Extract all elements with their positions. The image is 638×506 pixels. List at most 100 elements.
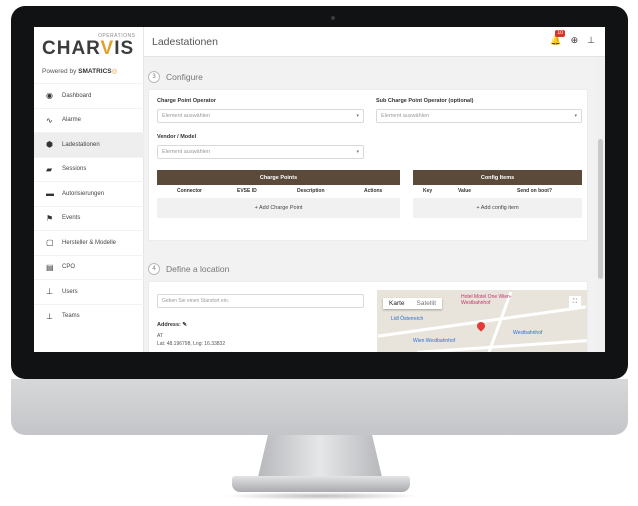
location-card: Geben Sie einen Standort ein. Address: ✎… — [148, 281, 588, 352]
powered-brand: SMATRICS — [78, 68, 112, 75]
sidebar-item-ladestationen[interactable]: ⬢ Ladestationen — [34, 132, 144, 157]
cpo-placeholder: Element auswählen — [162, 113, 211, 119]
satellite-button[interactable]: Satellit — [411, 298, 443, 309]
content: 3 Configure Charge Point Operator Elemen… — [144, 57, 594, 352]
sub-cpo-select[interactable]: Element auswählen ▾ — [376, 109, 582, 123]
sidebar-item-hersteller[interactable]: ▢ Hersteller & Modelle — [34, 230, 144, 255]
map-label: Hotel Motel One Wien-Westbahnhof — [461, 294, 512, 306]
sidebar-item-teams[interactable]: ⊥ Teams — [34, 303, 144, 329]
monitor-stand — [258, 435, 382, 477]
map-label: Wien Westbahnhof — [413, 338, 456, 344]
brand-dot-icon: ◎ — [111, 68, 118, 75]
card-icon: ▬ — [46, 189, 54, 199]
sidebar-item-label: Events — [62, 215, 81, 222]
sidebar-item-sessions[interactable]: ▰ Sessions — [34, 156, 144, 182]
address-label: Address: ✎ — [157, 322, 187, 328]
team-icon: ⊥ — [46, 311, 53, 321]
column-header: Value — [458, 188, 472, 194]
location-map[interactable]: Karte Satellit ⛶ Hotel Motel One Wien-We… — [377, 290, 587, 352]
sidebar-item-label: Hersteller & Modelle — [62, 239, 117, 246]
step-title: Configure — [166, 72, 203, 82]
pencil-icon[interactable]: ✎ — [182, 322, 187, 328]
stage: OPERATIONS CHARVIS Powered by SMATRICS◎ … — [0, 0, 638, 506]
sub-cpo-placeholder: Element auswählen — [381, 113, 430, 119]
map-label: Lidl Österreich — [391, 316, 424, 322]
logo-left: CHAR — [42, 38, 101, 59]
sidebar-item-cpo[interactable]: ▤ CPO — [34, 254, 144, 280]
sidebar-item-label: CPO — [62, 264, 76, 271]
monitor-chin — [11, 379, 628, 435]
sidebar-item-label: Ladestationen — [62, 141, 100, 148]
step-number: 3 — [148, 71, 160, 83]
screen: OPERATIONS CHARVIS Powered by SMATRICS◎ … — [34, 27, 605, 352]
user-icon[interactable]: ⊥ — [587, 35, 595, 46]
vendor-label: Vendor / Model — [157, 134, 197, 140]
cpo-select[interactable]: Element auswählen ▾ — [157, 109, 364, 123]
sidebar-item-label: Sessions — [62, 166, 87, 173]
step-number: 4 — [148, 263, 160, 275]
scrollbar[interactable] — [596, 57, 605, 352]
address-coordinates: Lat: 48.196798, Lng: 16.33832 — [157, 341, 226, 347]
charge-points-columns: Connector EVSE ID Description Actions — [157, 186, 400, 196]
map-button[interactable]: Karte — [383, 298, 411, 309]
user-icon: ⊥ — [46, 287, 53, 297]
monitor-base — [232, 476, 410, 492]
column-header: Description — [297, 188, 325, 194]
column-header: Connector — [177, 188, 202, 194]
sidebar-item-users[interactable]: ⊥ Users — [34, 279, 144, 304]
logo[interactable]: CHARVIS — [42, 38, 134, 60]
vendor-select[interactable]: Element auswählen ▾ — [157, 145, 364, 159]
page-title: Ladestationen — [152, 36, 218, 48]
chevron-down-icon: ▾ — [356, 149, 359, 155]
vendor-placeholder: Element auswählen — [162, 149, 211, 155]
sidebar-item-label: Teams — [62, 313, 80, 320]
sub-cpo-label: Sub Charge Point Operator (optional) — [376, 98, 474, 104]
sidebar-item-label: Users — [62, 288, 78, 295]
powered-by-text: Powered by — [42, 68, 77, 75]
step-configure-header[interactable]: 3 Configure — [148, 67, 203, 87]
chevron-down-icon: ▾ — [356, 113, 359, 119]
sidebar-item-label: Dashboard — [62, 92, 92, 99]
logo-accent: V — [100, 38, 115, 59]
powered-by: Powered by SMATRICS◎ — [42, 67, 117, 75]
globe-icon[interactable]: ⊕ — [571, 35, 579, 46]
sidebar-item-events[interactable]: ⚑ Events — [34, 205, 144, 231]
step-title: Define a location — [166, 264, 230, 274]
map-type-toggle: Karte Satellit — [383, 298, 443, 309]
configure-card: Charge Point Operator Element auswählen ▾… — [148, 89, 588, 241]
address-country: AT — [157, 333, 164, 339]
sidebar: OPERATIONS CHARVIS Powered by SMATRICS◎ … — [34, 27, 144, 352]
config-items-columns: Key Value Send on boot? — [413, 186, 582, 196]
flag-icon: ⚑ — [46, 213, 54, 223]
location-search-input[interactable]: Geben Sie einen Standort ein. — [157, 294, 364, 308]
main-area: Ladestationen 🔔 10 ⊕ ⊥ 3 Configure Charge… — [144, 27, 605, 352]
camera-icon — [331, 16, 335, 20]
top-bar: Ladestationen 🔔 10 ⊕ ⊥ — [144, 27, 605, 57]
step-location-header[interactable]: 4 Define a location — [148, 259, 229, 279]
add-config-item-button[interactable]: + Add config item — [413, 198, 582, 218]
bell-icon[interactable]: 🔔 10 — [550, 30, 565, 46]
fullscreen-icon[interactable]: ⛶ — [569, 296, 581, 308]
top-icons: 🔔 10 ⊕ ⊥ — [550, 30, 595, 46]
address-label-text: Address: — [157, 322, 181, 328]
notification-badge: 10 — [555, 30, 565, 37]
sessions-icon: ▰ — [46, 164, 53, 174]
manufacturer-icon: ▢ — [46, 238, 54, 248]
sidebar-item-dashboard[interactable]: ◉ Dashboard — [34, 83, 144, 108]
pulse-icon: ∿ — [46, 115, 53, 125]
column-header: Actions — [364, 188, 383, 194]
sidebar-nav: ◉ Dashboard ∿ Alarme ⬢ Ladestationen ▰ Sessi… — [34, 83, 144, 328]
scrollbar-thumb[interactable] — [598, 139, 603, 279]
column-header: Send on boot? — [517, 188, 552, 194]
dashboard-icon: ◉ — [46, 91, 53, 101]
column-header: EVSE ID — [237, 188, 257, 194]
map-label: Westbahnhof — [513, 330, 543, 336]
logo-right: IS — [114, 38, 135, 59]
sidebar-item-autorisierungen[interactable]: ▬ Autorisierungen — [34, 181, 144, 206]
sidebar-item-alarme[interactable]: ∿ Alarme — [34, 107, 144, 133]
charging-station-icon: ⬢ — [46, 140, 53, 150]
add-charge-point-button[interactable]: + Add Charge Point — [157, 198, 400, 218]
monitor-shadow — [222, 492, 420, 500]
sidebar-item-label: Alarme — [62, 117, 82, 124]
chevron-down-icon: ▾ — [574, 113, 577, 119]
